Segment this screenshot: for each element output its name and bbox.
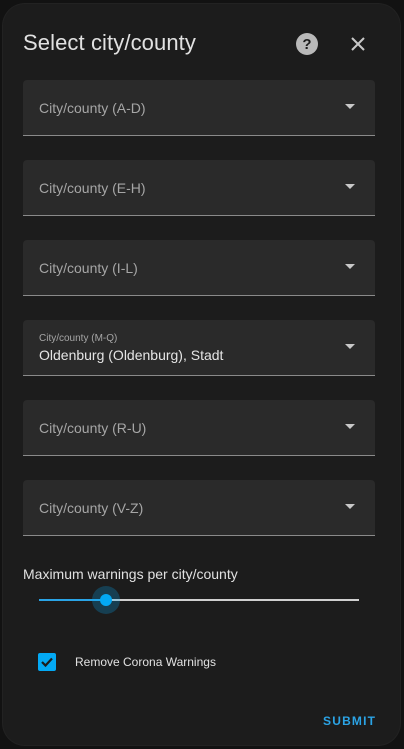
- dropdown-arrow-icon: [345, 104, 355, 109]
- dropdown-arrow-icon: [345, 504, 355, 509]
- slider-label: Maximum warnings per city/county: [23, 566, 238, 582]
- field-label: City/county (A-D): [39, 100, 146, 116]
- dialog-title: Select city/county: [23, 30, 196, 55]
- dropdown-arrow-icon: [345, 264, 355, 269]
- field-label: City/county (E-H): [39, 180, 146, 196]
- help-icon[interactable]: ?: [296, 33, 318, 55]
- field-label: City/county (I-L): [39, 260, 138, 276]
- dropdown-arrow-icon: [345, 424, 355, 429]
- dropdown-arrow-icon: [345, 184, 355, 189]
- remove-corona-checkbox[interactable]: [38, 653, 56, 671]
- city-select-v-z[interactable]: City/county (V-Z): [23, 480, 375, 536]
- field-label: City/county (R-U): [39, 420, 147, 436]
- field-label: City/county (V-Z): [39, 500, 144, 516]
- max-warnings-slider[interactable]: [39, 586, 359, 614]
- dropdown-arrow-icon: [345, 344, 355, 349]
- city-select-r-u[interactable]: City/county (R-U): [23, 400, 375, 456]
- checkbox-label: Remove Corona Warnings: [75, 655, 216, 669]
- city-select-a-d[interactable]: City/county (A-D): [23, 80, 375, 136]
- checkmark-icon: [41, 657, 53, 668]
- submit-button[interactable]: SUBMIT: [323, 714, 376, 728]
- field-value: Oldenburg (Oldenburg), Stadt: [39, 347, 224, 363]
- close-icon[interactable]: [348, 34, 368, 54]
- city-select-m-q[interactable]: City/county (M-Q) Oldenburg (Oldenburg),…: [23, 320, 375, 376]
- field-label: City/county (M-Q): [39, 333, 118, 344]
- city-select-e-h[interactable]: City/county (E-H): [23, 160, 375, 216]
- slider-thumb[interactable]: [100, 594, 112, 606]
- select-city-dialog: Select city/county ? City/county (A-D) C…: [3, 4, 400, 745]
- city-select-i-l[interactable]: City/county (I-L): [23, 240, 375, 296]
